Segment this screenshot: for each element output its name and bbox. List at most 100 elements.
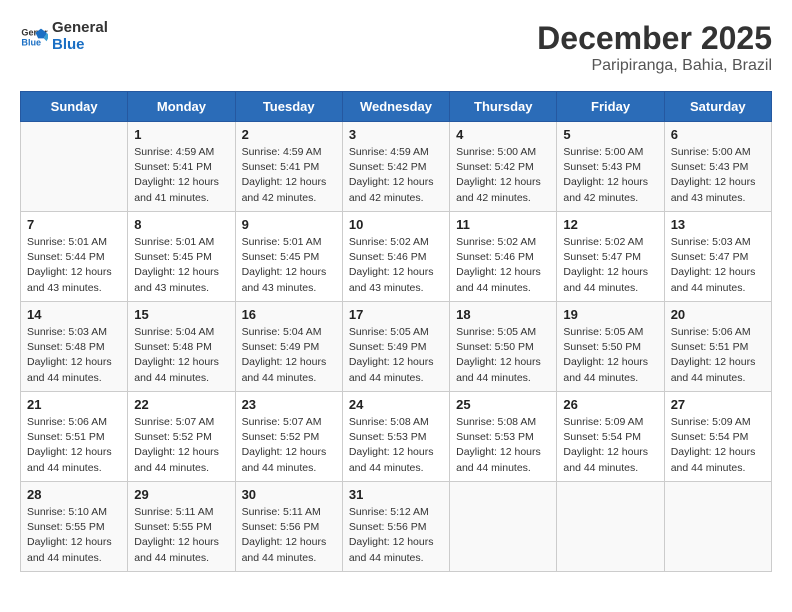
day-cell: 28Sunrise: 5:10 AMSunset: 5:55 PMDayligh… bbox=[21, 482, 128, 572]
day-cell: 29Sunrise: 5:11 AMSunset: 5:55 PMDayligh… bbox=[128, 482, 235, 572]
day-info: Sunrise: 5:01 AMSunset: 5:45 PMDaylight:… bbox=[134, 235, 228, 296]
day-number: 7 bbox=[27, 217, 121, 232]
day-info: Sunrise: 5:06 AMSunset: 5:51 PMDaylight:… bbox=[671, 325, 765, 386]
day-number: 30 bbox=[242, 487, 336, 502]
day-cell: 15 Sunrise: 5:04 AMSunset: 5:48 PMDayligh… bbox=[128, 302, 235, 392]
day-cell: 3 Sunrise: 4:59 AMSunset: 5:42 PMDaylight… bbox=[342, 122, 449, 212]
day-info: Sunrise: 4:59 AMSunset: 5:41 PMDaylight:… bbox=[242, 145, 336, 206]
day-info: Sunrise: 5:09 AMSunset: 5:54 PMDaylight:… bbox=[563, 415, 657, 476]
day-cell: 30 Sunrise: 5:11 AMSunset: 5:56 PMDayligh… bbox=[235, 482, 342, 572]
day-number: 21 bbox=[27, 397, 121, 412]
week-row-5: 28Sunrise: 5:10 AMSunset: 5:55 PMDayligh… bbox=[21, 482, 772, 572]
day-info: Sunrise: 5:00 AMSunset: 5:43 PMDaylight:… bbox=[671, 145, 765, 206]
day-cell: 16 Sunrise: 5:04 AMSunset: 5:49 PMDayligh… bbox=[235, 302, 342, 392]
day-cell: 18 Sunrise: 5:05 AMSunset: 5:50 PMDayligh… bbox=[450, 302, 557, 392]
day-cell: 26 Sunrise: 5:09 AMSunset: 5:54 PMDayligh… bbox=[557, 392, 664, 482]
week-row-4: 21 Sunrise: 5:06 AMSunset: 5:51 PMDayligh… bbox=[21, 392, 772, 482]
day-cell: 14 Sunrise: 5:03 AMSunset: 5:48 PMDayligh… bbox=[21, 302, 128, 392]
day-info: Sunrise: 5:03 AMSunset: 5:47 PMDaylight:… bbox=[671, 235, 765, 296]
day-number: 10 bbox=[349, 217, 443, 232]
day-info: Sunrise: 5:09 AMSunset: 5:54 PMDaylight:… bbox=[671, 415, 765, 476]
day-cell bbox=[450, 482, 557, 572]
day-info: Sunrise: 5:02 AMSunset: 5:46 PMDaylight:… bbox=[456, 235, 550, 296]
day-info: Sunrise: 5:02 AMSunset: 5:47 PMDaylight:… bbox=[563, 235, 657, 296]
page-header: General Blue General Blue December 2025 … bbox=[20, 20, 772, 75]
day-number: 11 bbox=[456, 217, 550, 232]
day-info: Sunrise: 5:11 AMSunset: 5:56 PMDaylight:… bbox=[242, 505, 336, 566]
day-cell: 17Sunrise: 5:05 AMSunset: 5:49 PMDayligh… bbox=[342, 302, 449, 392]
day-cell bbox=[21, 122, 128, 212]
day-cell bbox=[557, 482, 664, 572]
day-number: 6 bbox=[671, 127, 765, 142]
day-number: 3 bbox=[349, 127, 443, 142]
page-subtitle: Paripiranga, Bahia, Brazil bbox=[537, 57, 772, 75]
weekday-header-friday: Friday bbox=[557, 92, 664, 122]
day-info: Sunrise: 5:02 AMSunset: 5:46 PMDaylight:… bbox=[349, 235, 443, 296]
day-info: Sunrise: 4:59 AMSunset: 5:41 PMDaylight:… bbox=[134, 145, 228, 206]
day-info: Sunrise: 4:59 AMSunset: 5:42 PMDaylight:… bbox=[349, 145, 443, 206]
day-number: 26 bbox=[563, 397, 657, 412]
day-cell: 27 Sunrise: 5:09 AMSunset: 5:54 PMDayligh… bbox=[664, 392, 771, 482]
day-info: Sunrise: 5:06 AMSunset: 5:51 PMDaylight:… bbox=[27, 415, 121, 476]
day-number: 16 bbox=[242, 307, 336, 322]
day-info: Sunrise: 5:04 AMSunset: 5:48 PMDaylight:… bbox=[134, 325, 228, 386]
day-number: 24 bbox=[349, 397, 443, 412]
day-cell: 24 Sunrise: 5:08 AMSunset: 5:53 PMDayligh… bbox=[342, 392, 449, 482]
day-cell: 25Sunrise: 5:08 AMSunset: 5:53 PMDayligh… bbox=[450, 392, 557, 482]
day-cell: 9 Sunrise: 5:01 AMSunset: 5:45 PMDaylight… bbox=[235, 212, 342, 302]
day-number: 23 bbox=[242, 397, 336, 412]
day-info: Sunrise: 5:12 AMSunset: 5:56 PMDaylight:… bbox=[349, 505, 443, 566]
weekday-header-saturday: Saturday bbox=[664, 92, 771, 122]
day-info: Sunrise: 5:04 AMSunset: 5:49 PMDaylight:… bbox=[242, 325, 336, 386]
day-cell: 13 Sunrise: 5:03 AMSunset: 5:47 PMDayligh… bbox=[664, 212, 771, 302]
day-cell: 6 Sunrise: 5:00 AMSunset: 5:43 PMDaylight… bbox=[664, 122, 771, 212]
day-cell: 11 Sunrise: 5:02 AMSunset: 5:46 PMDayligh… bbox=[450, 212, 557, 302]
week-row-2: 7 Sunrise: 5:01 AMSunset: 5:44 PMDaylight… bbox=[21, 212, 772, 302]
weekday-header-sunday: Sunday bbox=[21, 92, 128, 122]
weekday-header-row: SundayMondayTuesdayWednesdayThursdayFrid… bbox=[21, 92, 772, 122]
day-number: 13 bbox=[671, 217, 765, 232]
day-cell bbox=[664, 482, 771, 572]
day-cell: 12 Sunrise: 5:02 AMSunset: 5:47 PMDayligh… bbox=[557, 212, 664, 302]
day-number: 18 bbox=[456, 307, 550, 322]
day-number: 4 bbox=[456, 127, 550, 142]
day-number: 5 bbox=[563, 127, 657, 142]
day-cell: 10 Sunrise: 5:02 AMSunset: 5:46 PMDayligh… bbox=[342, 212, 449, 302]
day-number: 31 bbox=[349, 487, 443, 502]
day-cell: 2Sunrise: 4:59 AMSunset: 5:41 PMDaylight… bbox=[235, 122, 342, 212]
logo-icon: General Blue bbox=[20, 23, 48, 51]
day-number: 20 bbox=[671, 307, 765, 322]
day-number: 15 bbox=[134, 307, 228, 322]
day-cell: 4 Sunrise: 5:00 AMSunset: 5:42 PMDaylight… bbox=[450, 122, 557, 212]
day-info: Sunrise: 5:07 AMSunset: 5:52 PMDaylight:… bbox=[134, 415, 228, 476]
weekday-header-wednesday: Wednesday bbox=[342, 92, 449, 122]
day-number: 22 bbox=[134, 397, 228, 412]
day-cell: 19Sunrise: 5:05 AMSunset: 5:50 PMDayligh… bbox=[557, 302, 664, 392]
calendar-table: SundayMondayTuesdayWednesdayThursdayFrid… bbox=[20, 91, 772, 572]
day-info: Sunrise: 5:08 AMSunset: 5:53 PMDaylight:… bbox=[456, 415, 550, 476]
day-number: 12 bbox=[563, 217, 657, 232]
weekday-header-tuesday: Tuesday bbox=[235, 92, 342, 122]
day-info: Sunrise: 5:03 AMSunset: 5:48 PMDaylight:… bbox=[27, 325, 121, 386]
day-info: Sunrise: 5:05 AMSunset: 5:50 PMDaylight:… bbox=[456, 325, 550, 386]
day-cell: 20 Sunrise: 5:06 AMSunset: 5:51 PMDayligh… bbox=[664, 302, 771, 392]
day-info: Sunrise: 5:10 AMSunset: 5:55 PMDaylight:… bbox=[27, 505, 121, 566]
week-row-1: 1 Sunrise: 4:59 AMSunset: 5:41 PMDaylight… bbox=[21, 122, 772, 212]
day-info: Sunrise: 5:00 AMSunset: 5:42 PMDaylight:… bbox=[456, 145, 550, 206]
logo-blue: Blue bbox=[52, 37, 108, 54]
day-info: Sunrise: 5:01 AMSunset: 5:45 PMDaylight:… bbox=[242, 235, 336, 296]
day-info: Sunrise: 5:01 AMSunset: 5:44 PMDaylight:… bbox=[27, 235, 121, 296]
logo: General Blue General Blue bbox=[20, 20, 108, 53]
day-info: Sunrise: 5:00 AMSunset: 5:43 PMDaylight:… bbox=[563, 145, 657, 206]
day-number: 9 bbox=[242, 217, 336, 232]
day-number: 27 bbox=[671, 397, 765, 412]
day-number: 17 bbox=[349, 307, 443, 322]
day-number: 14 bbox=[27, 307, 121, 322]
weekday-header-thursday: Thursday bbox=[450, 92, 557, 122]
day-info: Sunrise: 5:07 AMSunset: 5:52 PMDaylight:… bbox=[242, 415, 336, 476]
day-cell: 1 Sunrise: 4:59 AMSunset: 5:41 PMDaylight… bbox=[128, 122, 235, 212]
logo-general: General bbox=[52, 20, 108, 37]
day-info: Sunrise: 5:08 AMSunset: 5:53 PMDaylight:… bbox=[349, 415, 443, 476]
day-number: 1 bbox=[134, 127, 228, 142]
day-cell: 21 Sunrise: 5:06 AMSunset: 5:51 PMDayligh… bbox=[21, 392, 128, 482]
